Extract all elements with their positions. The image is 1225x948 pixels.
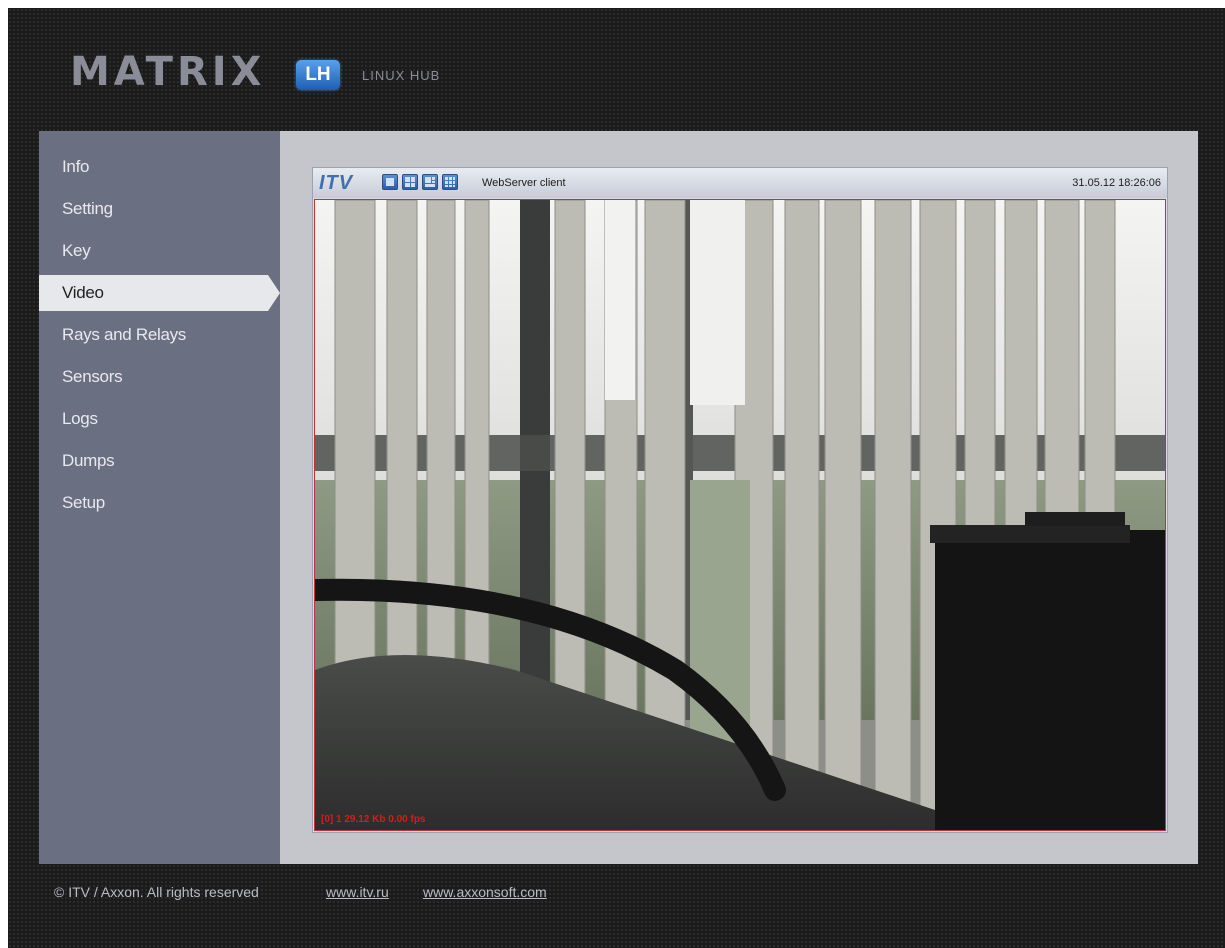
video-osd-status: [0] 1 29.12 Kb 0.00 fps	[321, 814, 426, 825]
camera-frame-image	[315, 200, 1165, 830]
video-viewer: ITV WebServer client 31.05.12 18:26:06 […	[312, 167, 1168, 833]
nav-item-sensors[interactable]: Sensors	[39, 359, 280, 395]
content-panel: ITV WebServer client 31.05.12 18:26:06 […	[280, 131, 1198, 864]
logo-wordmark: MATRIX	[70, 49, 266, 95]
layout-3x3-button[interactable]	[422, 174, 438, 190]
sidebar: Info Setting Key Video Rays and Relays S…	[39, 131, 280, 864]
camera-video-feed[interactable]: [0] 1 29.12 Kb 0.00 fps	[314, 199, 1166, 831]
itv-logo: ITV	[319, 172, 354, 194]
nav-item-setup[interactable]: Setup	[39, 485, 280, 521]
nav-item-info[interactable]: Info	[39, 149, 280, 185]
nav-item-setting[interactable]: Setting	[39, 191, 280, 227]
logo-badge: LH	[296, 60, 340, 90]
layout-1x1-button[interactable]	[382, 174, 398, 190]
nav-item-key[interactable]: Key	[39, 233, 280, 269]
nav-item-rays-and-relays[interactable]: Rays and Relays	[39, 317, 280, 353]
nav-item-dumps[interactable]: Dumps	[39, 443, 280, 479]
footer-link-axxonsoft[interactable]: www.axxonsoft.com	[423, 884, 547, 901]
layout-4x4-button[interactable]	[442, 174, 458, 190]
footer-copyright: © ITV / Axxon. All rights reserved	[54, 884, 259, 900]
footer-link-itv[interactable]: www.itv.ru	[326, 884, 389, 901]
viewer-toolbar: ITV WebServer client 31.05.12 18:26:06	[313, 168, 1167, 198]
viewer-title: WebServer client	[482, 177, 566, 189]
nav-item-logs[interactable]: Logs	[39, 401, 280, 437]
logo-subtitle: LINUX HUB	[362, 68, 441, 83]
header: MATRIX LH LINUX HUB	[8, 8, 1225, 138]
nav-item-video[interactable]: Video	[39, 275, 280, 311]
viewer-datetime: 31.05.12 18:26:06	[1072, 177, 1161, 189]
layout-2x2-button[interactable]	[402, 174, 418, 190]
